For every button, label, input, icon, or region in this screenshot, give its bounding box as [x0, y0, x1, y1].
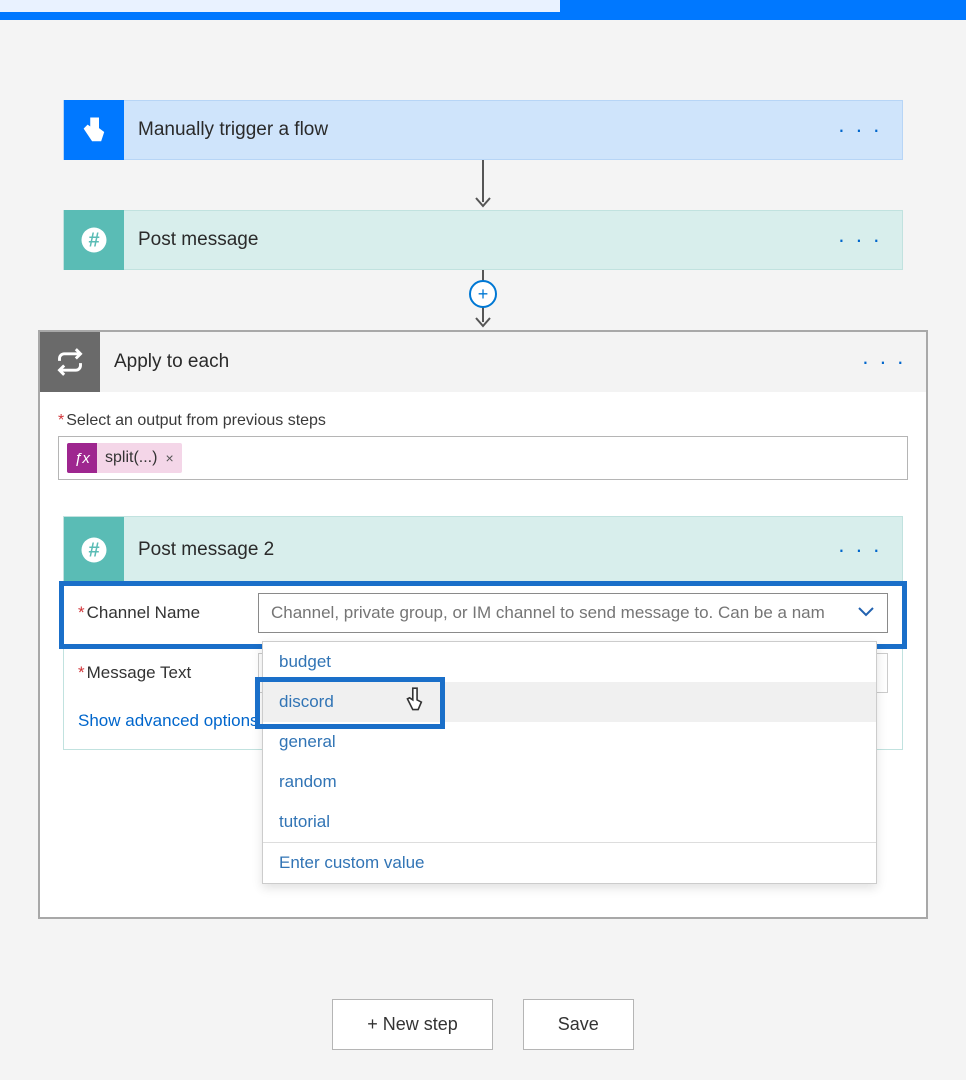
apply-to-each-title: Apply to each	[114, 351, 842, 373]
connector-arrow	[468, 160, 498, 210]
insert-step-button[interactable]: +	[469, 280, 497, 308]
dropdown-enter-custom[interactable]: Enter custom value	[263, 843, 876, 883]
token-label: split(...)	[97, 449, 165, 467]
channel-name-label: *Channel Name	[78, 603, 248, 623]
post-message-title: Post message	[138, 229, 818, 251]
select-output-label: *Select an output from previous steps	[58, 412, 908, 430]
manual-trigger-icon	[64, 100, 124, 160]
dropdown-item-general[interactable]: general	[263, 722, 876, 762]
hash-icon: #	[64, 517, 124, 583]
chevron-down-icon	[857, 603, 875, 623]
post-message-2-menu-button[interactable]: · · ·	[818, 537, 902, 563]
token-remove-button[interactable]: ×	[165, 450, 181, 466]
loop-icon	[40, 332, 100, 392]
post-message-2-card: # Post message 2 · · · *Cha	[63, 516, 903, 750]
dropdown-item-tutorial[interactable]: tutorial	[263, 802, 876, 842]
channel-dropdown-panel: budget discord general random	[262, 641, 877, 884]
apply-to-each-header[interactable]: Apply to each · · ·	[40, 332, 926, 392]
connector-add: +	[468, 270, 498, 330]
svg-text:#: #	[88, 229, 99, 251]
apply-to-each-menu-button[interactable]: · · ·	[842, 349, 926, 375]
post-message-menu-button[interactable]: · · ·	[818, 227, 902, 253]
fx-icon: ƒx	[67, 443, 97, 473]
apply-to-each-card: Apply to each · · · *Select an output fr…	[38, 330, 928, 919]
post-message-2-title: Post message 2	[138, 539, 818, 561]
trigger-title: Manually trigger a flow	[138, 119, 818, 141]
trigger-menu-button[interactable]: · · ·	[818, 117, 902, 143]
dropdown-item-random[interactable]: random	[263, 762, 876, 802]
channel-placeholder: Channel, private group, or IM channel to…	[271, 603, 825, 623]
select-output-input[interactable]: ƒx split(...) ×	[58, 436, 908, 480]
channel-name-dropdown[interactable]: Channel, private group, or IM channel to…	[258, 593, 888, 633]
show-advanced-options-link[interactable]: Show advanced options	[64, 703, 293, 749]
title-bar	[0, 0, 966, 20]
hash-icon: #	[64, 210, 124, 270]
dropdown-item-budget[interactable]: budget	[263, 642, 876, 682]
save-button[interactable]: Save	[523, 999, 634, 1050]
expression-token[interactable]: ƒx split(...) ×	[67, 443, 182, 473]
title-bar-inner	[0, 0, 560, 12]
new-step-button[interactable]: + New step	[332, 999, 493, 1050]
svg-text:#: #	[88, 539, 99, 561]
message-text-label: *Message Text	[78, 663, 248, 683]
trigger-card[interactable]: Manually trigger a flow · · ·	[63, 100, 903, 160]
post-message-card[interactable]: # Post message · · ·	[63, 210, 903, 270]
post-message-2-header[interactable]: # Post message 2 · · ·	[64, 517, 902, 583]
dropdown-item-discord[interactable]: discord	[263, 682, 876, 722]
flow-canvas: Manually trigger a flow · · · # Post mes…	[0, 20, 966, 1080]
